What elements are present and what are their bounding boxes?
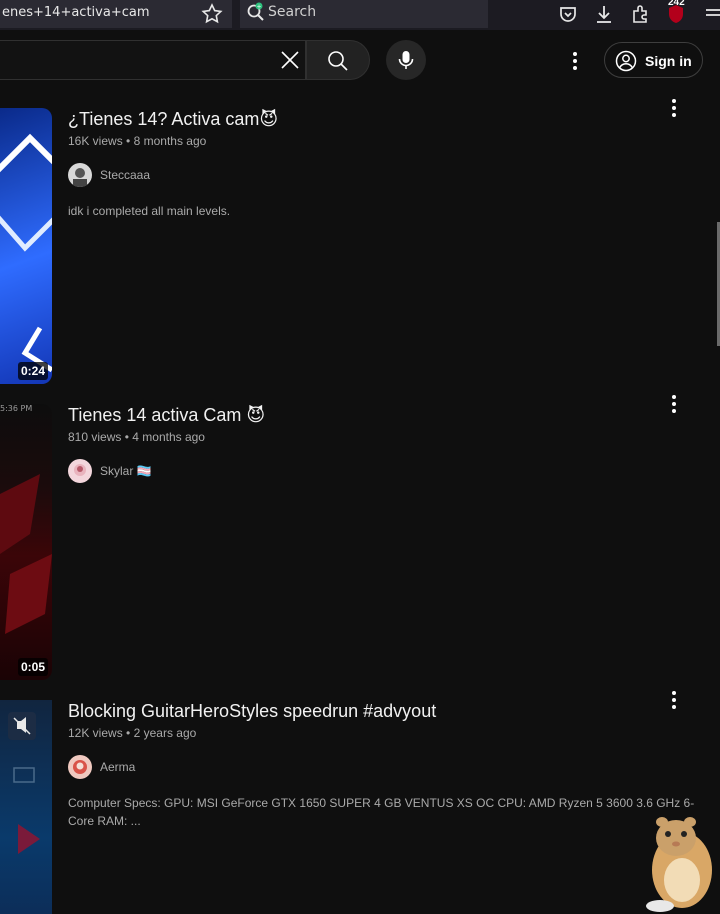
browser-search-box[interactable]: + Search [240,0,488,28]
meta-separator: • [126,134,131,148]
account-icon [615,50,637,72]
search-icon [328,51,348,71]
video-meta: 12K views • 2 years ago [68,726,196,740]
upload-age: 8 months ago [133,134,207,148]
blocked-count-badge: 242 [668,0,685,8]
video-duration: 0:05 [17,658,48,676]
thumbnail-caption: 5:36 PM [0,404,33,413]
view-count: 12K views [68,726,123,740]
video-duration: 0:24 [17,362,48,380]
video-title[interactable]: ¿Tienes 14? Activa cam😈 [68,109,278,130]
thumbnail-art [0,133,52,373]
video-title[interactable]: Blocking GuitarHeroStyles speedrun #advy… [68,701,436,722]
hamster-sticker-icon [630,808,720,914]
meta-separator: • [124,430,129,444]
more-actions-icon[interactable] [662,688,686,712]
video-title[interactable]: Tienes 14 activa Cam 😈 [68,405,265,426]
upload-age: 2 years ago [133,726,197,740]
video-description: Computer Specs: GPU: MSI GeForce GTX 165… [68,796,695,828]
thumbnail-art [8,712,40,854]
video-thumbnail[interactable]: 0:24 [0,108,52,384]
video-meta: 16K views • 8 months ago [68,134,206,148]
video-thumbnail[interactable] [0,700,52,914]
avatar[interactable] [68,755,92,779]
channel-name[interactable]: Steccaaa [100,168,150,182]
channel-name[interactable]: Aerma [100,760,135,774]
extensions-icon[interactable] [628,2,652,26]
sign-in-label: Sign in [645,53,692,69]
view-count: 16K views [68,134,123,148]
sign-in-button[interactable]: Sign in [604,42,703,78]
browser-toolbar: enes+14+activa+cam + Search 242 [0,0,720,30]
avatar[interactable] [68,459,92,483]
microphone-icon [398,51,414,69]
view-count: 810 views [68,430,122,444]
voice-search-button[interactable] [386,40,426,80]
video-meta: 810 views • 4 months ago [68,430,205,444]
menu-icon[interactable] [704,2,720,26]
clear-search-icon[interactable] [276,46,304,74]
video-description: idk i completed all main levels. [68,204,231,218]
search-button[interactable] [306,40,370,80]
search-engine-icon: + [246,2,266,30]
svg-text:+: + [256,4,261,11]
more-actions-icon[interactable] [662,96,686,120]
avatar[interactable] [68,163,92,187]
upload-age: 4 months ago [132,430,205,444]
pocket-icon[interactable] [556,2,580,26]
more-actions-icon[interactable] [662,392,686,416]
thumbnail-art [0,474,52,634]
download-icon[interactable] [592,2,616,26]
channel-name[interactable]: Skylar 🏳️‍⚧️ [100,464,152,478]
meta-separator: • [126,726,131,740]
settings-more-icon[interactable] [562,48,588,74]
bookmark-star-icon[interactable] [200,2,224,26]
video-thumbnail[interactable]: 5:36 PM 0:05 [0,404,52,680]
address-bar[interactable]: enes+14+activa+cam [0,0,232,28]
browser-search-placeholder: Search [268,4,317,20]
search-input[interactable] [0,40,306,80]
